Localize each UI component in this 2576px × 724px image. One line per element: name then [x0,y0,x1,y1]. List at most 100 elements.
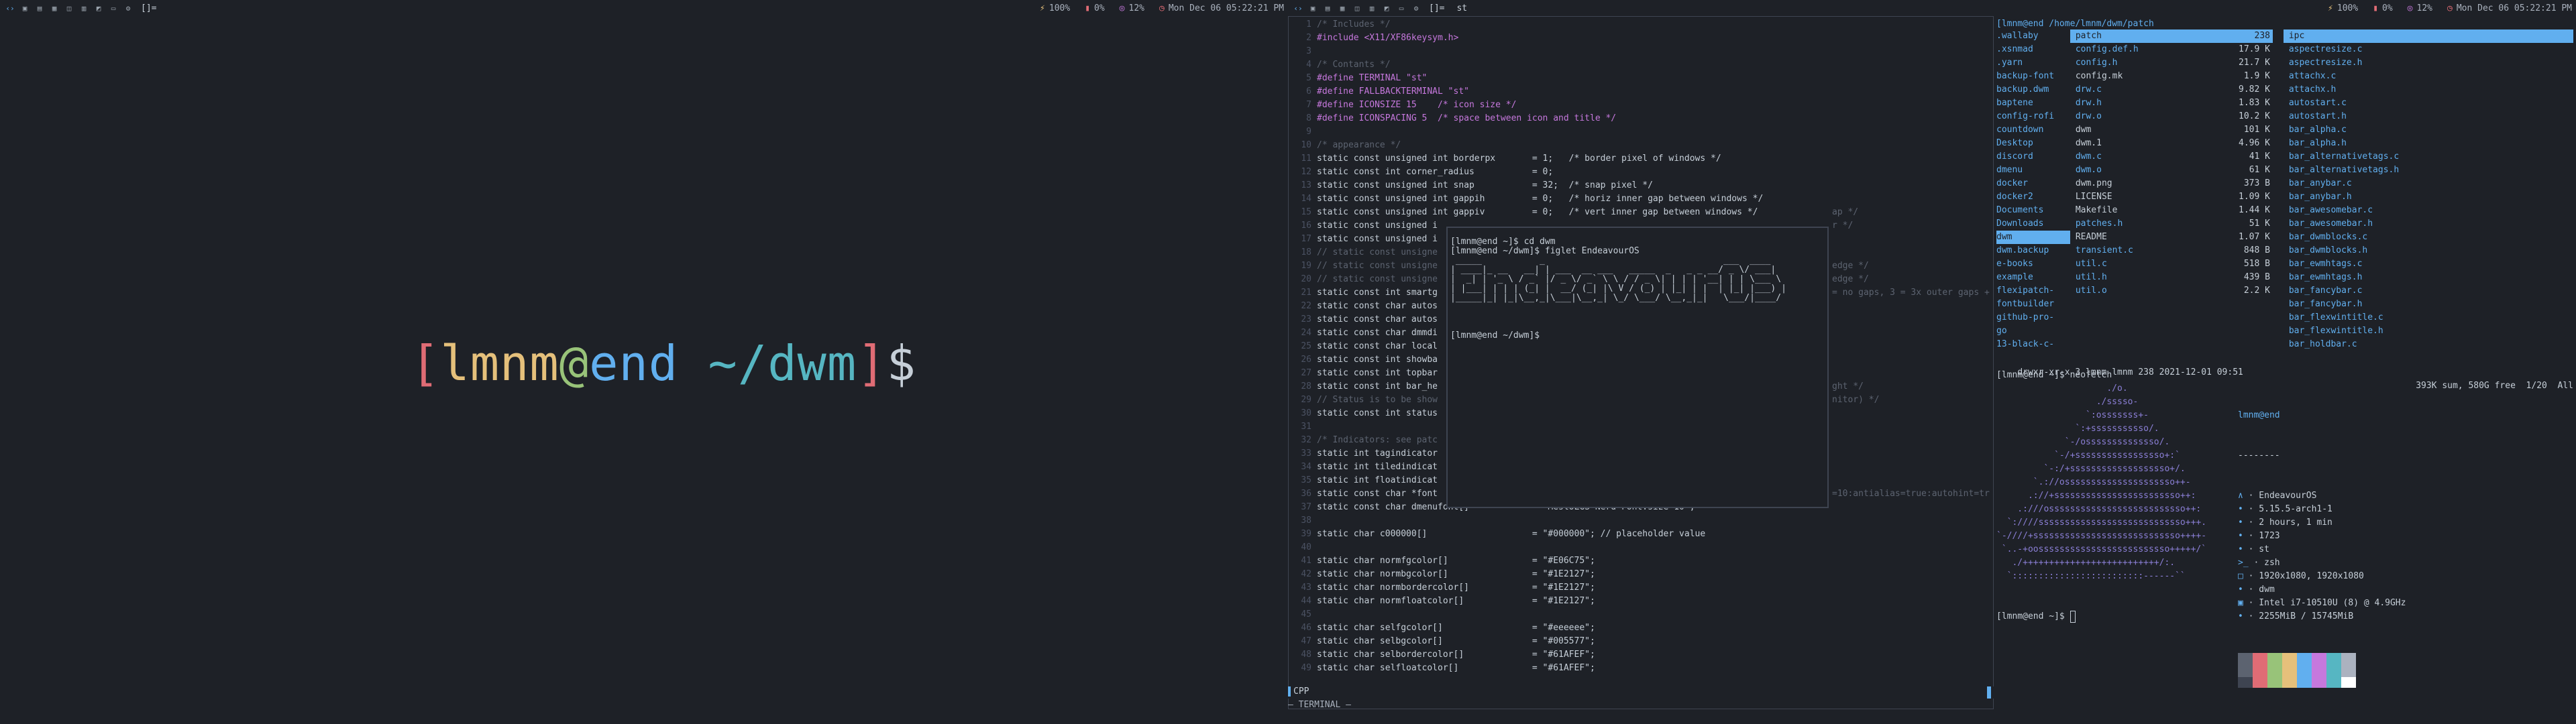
file-entry[interactable]: util.c 518 B [2070,257,2273,271]
terminal-prompt-large[interactable]: [lmnm@end ~/dwm]$ [411,335,916,391]
file-manager[interactable]: [lmnm@end /home/lmnm/dwm/patch .wallaby.… [1996,16,2576,391]
file-entry[interactable]: bar_dwmblocks.c [2284,231,2573,244]
file-entry[interactable]: dwm 101 K [2070,123,2273,137]
file-entry[interactable]: dwm [1996,231,2070,244]
file-entry[interactable]: bar_awesomebar.h [2284,217,2573,231]
file-entry[interactable]: bar_awesomebar.c [2284,204,2573,217]
preview-directory-list[interactable]: ipc aspectresize.c aspectresize.h attach… [2284,29,2573,351]
file-entry[interactable]: bar_alpha.h [2284,137,2573,150]
tag-terminal-icon[interactable]: ▣ [19,3,30,13]
file-entry[interactable]: config.def.h 17.9 K [2070,43,2273,56]
file-entry[interactable]: config.mk 1.9 K [2070,70,2273,83]
file-entry[interactable]: bar_fancybar.c [2284,284,2573,298]
file-entry[interactable]: .xsnmad [1996,43,2070,56]
file-entry[interactable]: 13-black-c- [1996,338,2070,351]
file-entry[interactable]: util.o 2.2 K [2070,284,2273,298]
file-entry[interactable]: drw.c 9.82 K [2070,83,2273,97]
tag-window-icon[interactable]: ▭ [108,3,119,13]
file-entry[interactable]: dwm.png 373 B [2070,177,2273,190]
file-entry[interactable]: autostart.h [2284,110,2573,123]
neofetch-terminal[interactable]: [lmnm@end ~]$ neofetch ./o. ./sssso- `:o… [1996,369,2576,688]
file-entry[interactable]: flexipatch- [1996,284,2070,298]
file-entry[interactable]: github-pro- [1996,311,2070,324]
tag-media-icon[interactable]: ▥ [78,3,89,13]
tag-folder-icon[interactable]: ◫ [64,3,74,13]
line-number: 7 [1306,100,1311,110]
file-entry[interactable]: bar_alpha.c [2284,123,2573,137]
file-entry[interactable]: go [1996,324,2070,338]
file-entry[interactable]: drw.h 1.83 K [2070,97,2273,110]
layout-indicator[interactable]: []= [141,3,156,13]
file-entry[interactable]: bar_flexwintitle.c [2284,311,2573,324]
final-prompt[interactable]: [lmnm@end ~]$ [1996,610,2076,623]
file-entry[interactable]: bar_anybar.h [2284,190,2573,204]
file-entry[interactable]: bar_anybar.c [2284,177,2573,190]
file-entry[interactable]: .yarn [1996,56,2070,70]
parent-directory-list[interactable]: .wallaby .xsnmad .yarn backup-font backup.dw… [1996,29,2070,351]
file-entry[interactable]: bar_dwmblocks.h [2284,244,2573,257]
tag-chat-icon[interactable]: ▦ [1337,3,1348,13]
file-entry[interactable]: drw.o 10.2 K [2070,110,2273,123]
file-entry[interactable]: fontbuilder [1996,298,2070,311]
file-entry[interactable]: bar_ewmhtags.c [2284,257,2573,271]
file-entry[interactable]: dwm.1 4.96 K [2070,137,2273,150]
floating-terminal[interactable]: [lmnm@end ~]$ cd dwm [lmnm@end ~/dwm]$ fi… [1446,227,1829,508]
file-entry[interactable]: Makefile 1.44 K [2070,204,2273,217]
file-entry[interactable]: attachx.h [2284,83,2573,97]
file-entry[interactable]: example [1996,271,2070,284]
file-entry[interactable]: bar_alternativetags.c [2284,150,2573,164]
file-entry[interactable]: countdown [1996,123,2070,137]
file-entry[interactable]: bar_alternativetags.h [2284,164,2573,177]
file-entry[interactable]: dwm.backup [1996,244,2070,257]
tag-media-icon[interactable]: ▥ [1366,3,1377,13]
file-entry[interactable]: ipc [2284,29,2573,43]
file-entry[interactable]: attachx.c [2284,70,2573,83]
tag-terminal-icon[interactable]: ▣ [1307,3,1318,13]
tag-chat-icon[interactable]: ▦ [49,3,60,13]
file-entry[interactable]: e-books [1996,257,2070,271]
file-entry[interactable]: LICENSE 1.09 K [2070,190,2273,204]
file-entry[interactable]: backup-font [1996,70,2070,83]
tag-settings-icon[interactable]: ⚙ [123,3,133,13]
file-entry[interactable]: patch 238 [2070,29,2273,43]
file-entry[interactable]: transient.c 848 B [2070,244,2273,257]
file-entry[interactable]: backup.dwm [1996,83,2070,97]
terminal-tab-label[interactable]: — TERMINAL — [1288,700,1994,711]
file-entry[interactable]: dwm.c 41 K [2070,150,2273,164]
file-entry[interactable]: dmenu [1996,164,2070,177]
tag-monitor-icon[interactable]: ◩ [93,3,104,13]
file-entry[interactable]: baptene [1996,97,2070,110]
file-entry[interactable]: .wallaby [1996,29,2070,43]
tag-window-icon[interactable]: ▭ [1396,3,1407,13]
file-entry[interactable]: Downloads [1996,217,2070,231]
tag-files-icon[interactable]: ▤ [34,3,45,13]
file-entry[interactable]: bar_holdbar.c [2284,338,2573,351]
current-directory-list[interactable]: patch 238 config.def.h 17.9 K config.h 21.7… [2070,29,2273,298]
file-entry[interactable]: Documents [1996,204,2070,217]
file-entry[interactable]: Desktop [1996,137,2070,150]
tag-settings-icon[interactable]: ⚙ [1411,3,1421,13]
tag-folder-icon[interactable]: ◫ [1352,3,1362,13]
file-entry[interactable]: docker [1996,177,2070,190]
file-entry[interactable]: docker2 [1996,190,2070,204]
tag-monitor-icon[interactable]: ◩ [1381,3,1392,13]
file-entry[interactable]: patches.h 51 K [2070,217,2273,231]
file-entry[interactable]: config-rofi [1996,110,2070,123]
file-entry[interactable]: bar_flexwintitle.h [2284,324,2573,338]
file-entry[interactable]: bar_ewmhtags.h [2284,271,2573,284]
file-entry[interactable]: aspectresize.h [2284,56,2573,70]
logo-art-line: ./sssso- [1996,397,2139,407]
file-entry[interactable]: util.h 439 B [2070,271,2273,284]
file-entry[interactable]: aspectresize.c [2284,43,2573,56]
tag-code-icon[interactable]: ‹› [1293,3,1303,13]
file-entry[interactable]: dwm.o 61 K [2070,164,2273,177]
file-entry[interactable]: discord [1996,150,2070,164]
file-entry[interactable]: config.h 21.7 K [2070,56,2273,70]
layout-indicator[interactable]: []= [1429,3,1444,13]
tag-code-icon[interactable]: ‹› [5,3,15,13]
file-entry[interactable]: autostart.c [2284,97,2573,110]
code-text: static const int status [1317,408,1438,418]
file-entry[interactable]: README 1.07 K [2070,231,2273,244]
tag-files-icon[interactable]: ▤ [1322,3,1333,13]
file-entry[interactable]: bar_fancybar.h [2284,298,2573,311]
